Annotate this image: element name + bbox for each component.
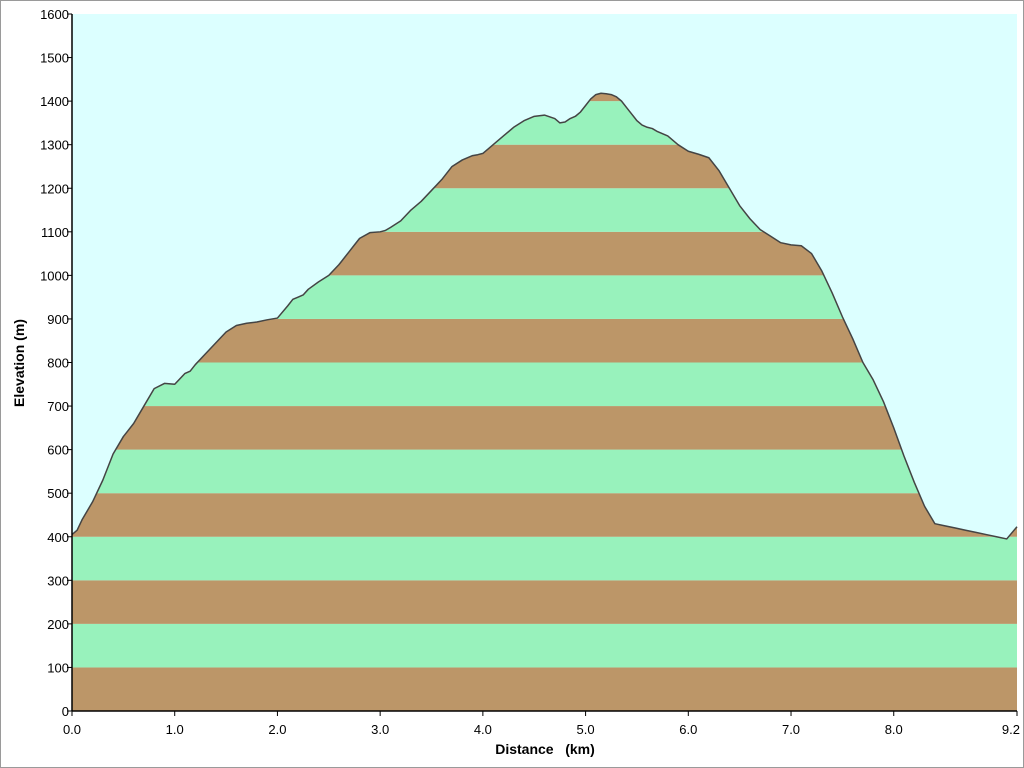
y-tick-label: 100: [47, 660, 69, 675]
y-tick-label: 900: [47, 312, 69, 327]
elevation-band: [72, 667, 1017, 711]
y-tick-label: 0: [62, 704, 69, 719]
x-tick-label: 2.0: [268, 722, 286, 737]
y-tick-label: 1200: [40, 181, 69, 196]
elevation-band: [72, 406, 1017, 450]
y-tick-label: 1400: [40, 94, 69, 109]
elevation-band: [72, 580, 1017, 624]
x-tick-label: 3.0: [371, 722, 389, 737]
y-tick-label: 800: [47, 356, 69, 371]
x-tick-label: 1.0: [166, 722, 184, 737]
y-tick-label: 300: [47, 573, 69, 588]
y-tick-label: 1500: [40, 51, 69, 66]
y-tick-label: 1600: [40, 7, 69, 22]
elevation-band: [72, 449, 1017, 494]
y-tick-label: 700: [47, 399, 69, 414]
y-tick-label: 500: [47, 486, 69, 501]
x-tick-label: 5.0: [577, 722, 595, 737]
y-tick-label: 1000: [40, 268, 69, 283]
x-axis-label: Distance (km): [495, 741, 595, 757]
x-tick-label: 8.0: [885, 722, 903, 737]
elevation-profile-chart: 0 100 200 300 400 500 600 700 800 900 1000 1100 1200…: [0, 0, 1024, 768]
y-tick-label: 600: [47, 443, 69, 458]
y-tick-label: 1300: [40, 138, 69, 153]
x-tick-label: 7.0: [782, 722, 800, 737]
y-tick-label: 1100: [41, 225, 69, 240]
x-tick-label: 0.0: [63, 722, 81, 737]
x-tick-label: 9.2: [1002, 722, 1020, 737]
elevation-band: [72, 493, 1017, 537]
x-tick-label: 4.0: [474, 722, 492, 737]
plot-area: [71, 14, 1018, 712]
y-axis-label: Elevation (m): [11, 319, 27, 407]
elevation-band: [72, 623, 1017, 668]
elevation-band: [72, 536, 1017, 581]
y-tick-label: 200: [47, 617, 69, 632]
y-tick-label: 400: [47, 530, 69, 545]
x-tick-label: 6.0: [679, 722, 697, 737]
